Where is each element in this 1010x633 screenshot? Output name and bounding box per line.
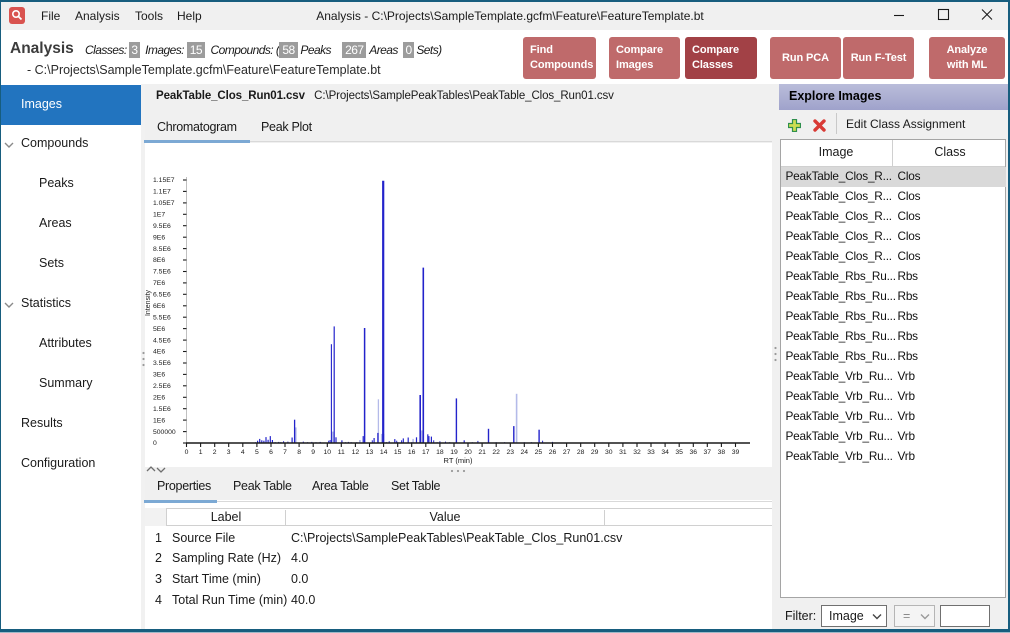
svg-text:0: 0 [153, 440, 157, 447]
svg-text:30: 30 [605, 449, 613, 456]
svg-text:7.5E6: 7.5E6 [153, 269, 171, 276]
svg-text:28: 28 [577, 449, 585, 456]
svg-text:1.15E7: 1.15E7 [153, 177, 175, 184]
svg-text:5: 5 [255, 449, 259, 456]
svg-text:1: 1 [199, 449, 203, 456]
svg-text:9: 9 [311, 449, 315, 456]
svg-text:8.5E6: 8.5E6 [153, 246, 171, 253]
svg-text:4E6: 4E6 [153, 349, 165, 356]
svg-text:7E6: 7E6 [153, 280, 165, 287]
svg-text:6E6: 6E6 [153, 303, 165, 310]
svg-text:0: 0 [185, 449, 189, 456]
svg-text:15: 15 [394, 449, 402, 456]
svg-text:9.5E6: 9.5E6 [153, 223, 171, 230]
svg-text:1.05E7: 1.05E7 [153, 200, 175, 207]
svg-text:24: 24 [521, 449, 529, 456]
svg-text:7: 7 [283, 449, 287, 456]
svg-text:6.5E6: 6.5E6 [153, 292, 171, 299]
svg-text:2: 2 [213, 449, 217, 456]
svg-text:36: 36 [690, 449, 698, 456]
svg-text:1E6: 1E6 [153, 417, 165, 424]
svg-text:3: 3 [227, 449, 231, 456]
svg-text:1.5E6: 1.5E6 [153, 406, 171, 413]
svg-text:19: 19 [450, 449, 458, 456]
svg-text:14: 14 [380, 449, 388, 456]
svg-text:31: 31 [619, 449, 627, 456]
svg-text:1.1E7: 1.1E7 [153, 189, 171, 196]
svg-text:9E6: 9E6 [153, 234, 165, 241]
svg-text:12: 12 [352, 449, 360, 456]
svg-text:39: 39 [732, 449, 740, 456]
svg-text:32: 32 [633, 449, 641, 456]
svg-text:5E6: 5E6 [153, 326, 165, 333]
svg-text:10: 10 [324, 449, 332, 456]
svg-text:11: 11 [338, 449, 345, 456]
svg-text:33: 33 [647, 449, 655, 456]
svg-text:RT (min): RT (min) [444, 456, 473, 465]
svg-text:8: 8 [297, 449, 301, 456]
svg-text:2.5E6: 2.5E6 [153, 383, 171, 390]
svg-text:37: 37 [704, 449, 712, 456]
svg-text:3.5E6: 3.5E6 [153, 360, 171, 367]
svg-text:35: 35 [675, 449, 683, 456]
svg-text:16: 16 [408, 449, 416, 456]
svg-text:3E6: 3E6 [153, 372, 165, 379]
svg-text:4: 4 [241, 449, 245, 456]
svg-text:6: 6 [269, 449, 273, 456]
svg-text:8E6: 8E6 [153, 257, 165, 264]
svg-text:500000: 500000 [153, 429, 176, 436]
svg-text:21: 21 [478, 449, 486, 456]
svg-text:17: 17 [422, 449, 430, 456]
svg-text:29: 29 [591, 449, 599, 456]
svg-text:26: 26 [549, 449, 557, 456]
svg-text:27: 27 [563, 449, 571, 456]
svg-text:23: 23 [507, 449, 515, 456]
svg-text:20: 20 [464, 449, 472, 456]
svg-text:1E7: 1E7 [153, 212, 165, 219]
svg-text:5.5E6: 5.5E6 [153, 314, 171, 321]
svg-text:13: 13 [366, 449, 374, 456]
svg-text:22: 22 [492, 449, 500, 456]
svg-text:Intensity: Intensity [145, 289, 152, 316]
svg-text:34: 34 [661, 449, 669, 456]
svg-text:38: 38 [718, 449, 726, 456]
svg-text:4.5E6: 4.5E6 [153, 337, 171, 344]
svg-text:2E6: 2E6 [153, 395, 165, 402]
svg-text:18: 18 [436, 449, 444, 456]
svg-text:25: 25 [535, 449, 543, 456]
